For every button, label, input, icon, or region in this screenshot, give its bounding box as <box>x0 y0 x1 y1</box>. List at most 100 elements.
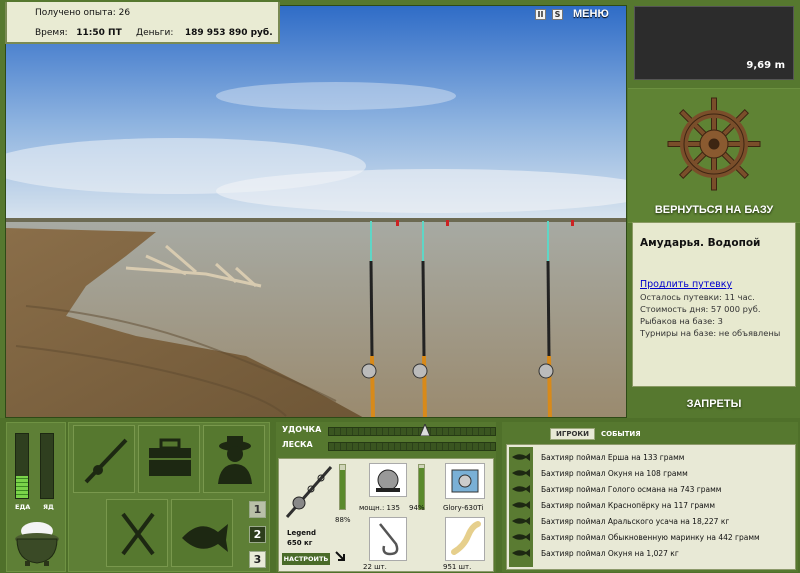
pot-icon[interactable] <box>11 515 63 567</box>
line-slot[interactable] <box>445 463 485 499</box>
status-panel: Получено опыта: 26 Время: 11:50 ПТ Деньг… <box>5 2 280 44</box>
tension-marker-icon <box>420 424 430 436</box>
slot-2-button[interactable]: 2 <box>249 526 266 543</box>
fish-icon <box>182 524 228 552</box>
wheel-area <box>628 88 800 223</box>
tackle-details: 88% Legend 650 кг НАСТРОИТЬ мощн.: 135 9… <box>278 458 494 572</box>
log-list: Бахтияр поймал Ерша на 133 грамм Бахтияр… <box>506 444 796 570</box>
extend-permit-link[interactable]: Продлить путевку <box>640 279 789 290</box>
fishing-scene[interactable] <box>5 5 627 418</box>
ship-wheel-icon[interactable] <box>628 89 800 201</box>
rod-condition-fill <box>340 470 345 509</box>
rod-name: Legend <box>287 529 316 537</box>
rod-3[interactable] <box>538 221 554 418</box>
food-slot[interactable] <box>106 499 168 567</box>
log-tabs: ИГРОКИ СОБЫТИЯ <box>550 428 641 440</box>
sound-icon[interactable]: S <box>552 8 563 20</box>
slot-1-button[interactable]: 1 <box>249 501 266 518</box>
game-window: Получено опыта: 26 Время: 11:50 ПТ Деньг… <box>0 0 800 573</box>
return-to-base-button[interactable]: ВЕРНУТЬСЯ НА БАЗУ <box>628 204 800 216</box>
line-tension-row: ЛЕСКА <box>278 440 496 452</box>
experience-label: Получено опыта: <box>35 8 116 18</box>
bottom-panel: ЕДА ЯД 1 2 3 УДОЧКА ЛЕСКА 88% Legend 650… <box>0 418 800 573</box>
time-money-row: Время: 11:50 ПТ Деньги: 189 953 890 руб. <box>35 28 273 38</box>
bait-slot[interactable] <box>445 517 485 561</box>
log-fish-strip <box>509 447 533 567</box>
reel-slot[interactable] <box>369 463 407 497</box>
reel-condition-value: 94% <box>409 504 425 512</box>
poison-label: ЯД <box>43 503 54 511</box>
tackle-panel: УДОЧКА ЛЕСКА 88% Legend 650 кг НАСТРОИТЬ… <box>276 422 496 572</box>
rod-tension-row: УДОЧКА <box>278 424 496 437</box>
log-entry: Бахтияр поймал Окуня на 1,027 кг <box>541 549 679 558</box>
money-label: Деньги: <box>136 28 174 38</box>
reel-condition-fill <box>419 467 424 509</box>
line-tension-label: ЛЕСКА <box>282 440 313 449</box>
rod-2[interactable] <box>412 221 428 418</box>
rod-tension-bar <box>328 427 496 436</box>
tackle-box-slot[interactable] <box>138 425 200 493</box>
fishing-line-icon <box>451 469 479 493</box>
food-bar-fill <box>16 475 28 498</box>
log-entry: Бахтияр поймал Краснопёрку на 117 грамм <box>541 501 716 510</box>
rod-reel-icon[interactable] <box>281 461 337 523</box>
depth-value: 9,69 m <box>746 60 785 71</box>
rod-condition-value: 88% <box>335 516 351 524</box>
menu-button[interactable]: МЕНЮ <box>573 8 609 20</box>
experience-value: 26 <box>118 8 131 18</box>
line-tension-bar <box>328 442 496 451</box>
knife-fork-icon <box>121 512 155 556</box>
fishers-count: Рыбаков на базе: 3 <box>640 316 723 326</box>
hooks-count: 22 шт. <box>363 563 387 571</box>
rod-1[interactable] <box>361 221 377 418</box>
rod-capacity: 650 кг <box>287 539 313 547</box>
location-title: Амударья. Водопой <box>640 237 761 249</box>
bans-button[interactable]: ЗАПРЕТЫ <box>628 398 800 410</box>
tab-players[interactable]: ИГРОКИ <box>550 428 595 440</box>
money-value: 189 953 890 руб. <box>184 28 273 38</box>
log-entry: Бахтияр поймал Ерша на 133 грамм <box>541 453 685 462</box>
right-sidebar: 9,69 m ВЕРНУТЬСЯ НА БАЗУ Амударья. Водоп… <box>628 0 800 418</box>
rod-condition-gauge <box>339 464 346 510</box>
rod-tension-label: УДОЧКА <box>282 425 322 434</box>
tournaments-status: Турниры на базе: не объявлены <box>640 328 781 338</box>
tools-panel: 1 2 3 <box>68 422 270 572</box>
log-entry: Бахтияр поймал Голого османа на 743 грам… <box>541 485 722 494</box>
time-label: Время: <box>35 28 68 38</box>
poison-bar <box>40 433 54 499</box>
line-name: Glory-630Ti <box>443 504 484 512</box>
tune-button[interactable]: НАСТРОИТЬ <box>282 553 330 565</box>
log-entry: Бахтияр поймал Окуня на 108 грамм <box>541 469 688 478</box>
experience-row: Получено опыта: 26 <box>35 8 130 18</box>
time-value: 11:50 ПТ <box>76 28 122 38</box>
reel-power: мощн.: 135 <box>359 504 400 512</box>
hook-slot[interactable] <box>369 517 407 561</box>
log-entry: Бахтияр поймал Обыкновенную маринку на 4… <box>541 533 760 542</box>
log-fish-icons <box>512 453 530 557</box>
pause-icon[interactable]: II <box>535 8 546 20</box>
needs-panel: ЕДА ЯД <box>6 422 66 572</box>
fisherman-icon <box>218 436 252 484</box>
rods-overlay <box>361 221 554 418</box>
log-entry: Бахтияр поймал Аральского усача на 18,22… <box>541 517 730 526</box>
day-cost: Стоимость дня: 57 000 руб. <box>640 304 761 314</box>
rod-tool-slot[interactable] <box>73 425 135 493</box>
depth-panel: 9,69 m <box>634 6 794 80</box>
fisherman-slot[interactable] <box>203 425 265 493</box>
hud-controls: II S МЕНЮ <box>535 8 609 20</box>
food-bar <box>15 433 29 499</box>
permit-remaining: Осталось путевки: 11 час. <box>640 292 755 302</box>
slot-3-button[interactable]: 3 <box>249 551 266 568</box>
fish-slot[interactable] <box>171 499 233 567</box>
food-label: ЕДА <box>15 503 31 511</box>
tackle-box-icon <box>149 438 191 476</box>
base-info-panel: Амударья. Водопой Продлить путевку Остал… <box>632 222 796 387</box>
arrow-down-right-icon[interactable] <box>335 551 347 565</box>
bait-icon <box>451 521 481 555</box>
tab-events[interactable]: СОБЫТИЯ <box>601 430 641 438</box>
bait-count: 951 шт. <box>443 563 472 571</box>
reel-icon <box>376 469 400 492</box>
fishing-rod-icon <box>84 438 128 484</box>
hook-icon <box>379 523 399 556</box>
events-log: ИГРОКИ СОБЫТИЯ Бахтияр поймал Ерша на 13… <box>502 422 798 572</box>
